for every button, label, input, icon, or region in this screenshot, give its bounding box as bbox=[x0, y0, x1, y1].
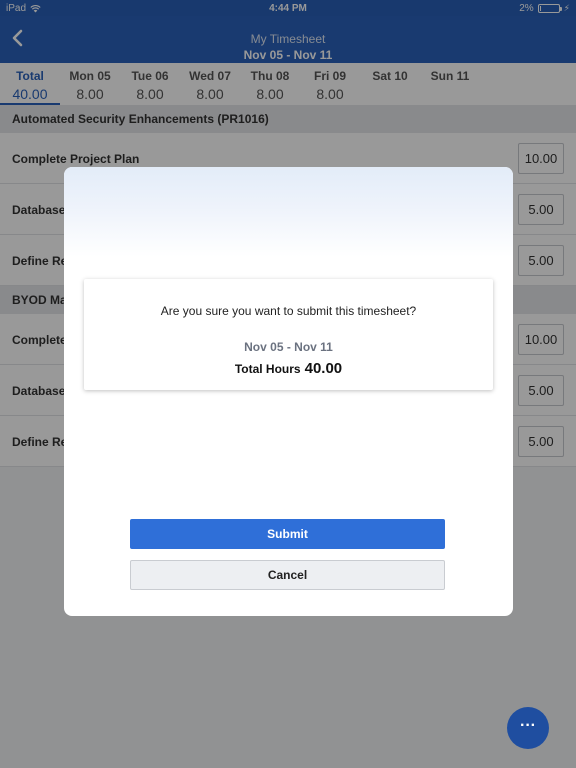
dialog-total: Total Hours 40.00 bbox=[84, 360, 493, 378]
total-hours-value: 40.00 bbox=[304, 360, 343, 377]
dialog-summary-card: Are you sure you want to submit this tim… bbox=[84, 279, 493, 390]
cancel-button[interactable]: Cancel bbox=[130, 560, 445, 590]
dialog-header-glow bbox=[64, 167, 513, 257]
dialog-date-range: Nov 05 - Nov 11 bbox=[244, 340, 333, 354]
submit-dialog: Are you sure you want to submit this tim… bbox=[64, 167, 513, 616]
dialog-question: Are you sure you want to submit this tim… bbox=[160, 304, 417, 318]
more-icon: ··· bbox=[520, 717, 536, 734]
submit-button[interactable]: Submit bbox=[130, 519, 445, 549]
more-actions-button[interactable]: ··· bbox=[507, 707, 549, 749]
total-hours-label: Total Hours bbox=[234, 362, 301, 376]
